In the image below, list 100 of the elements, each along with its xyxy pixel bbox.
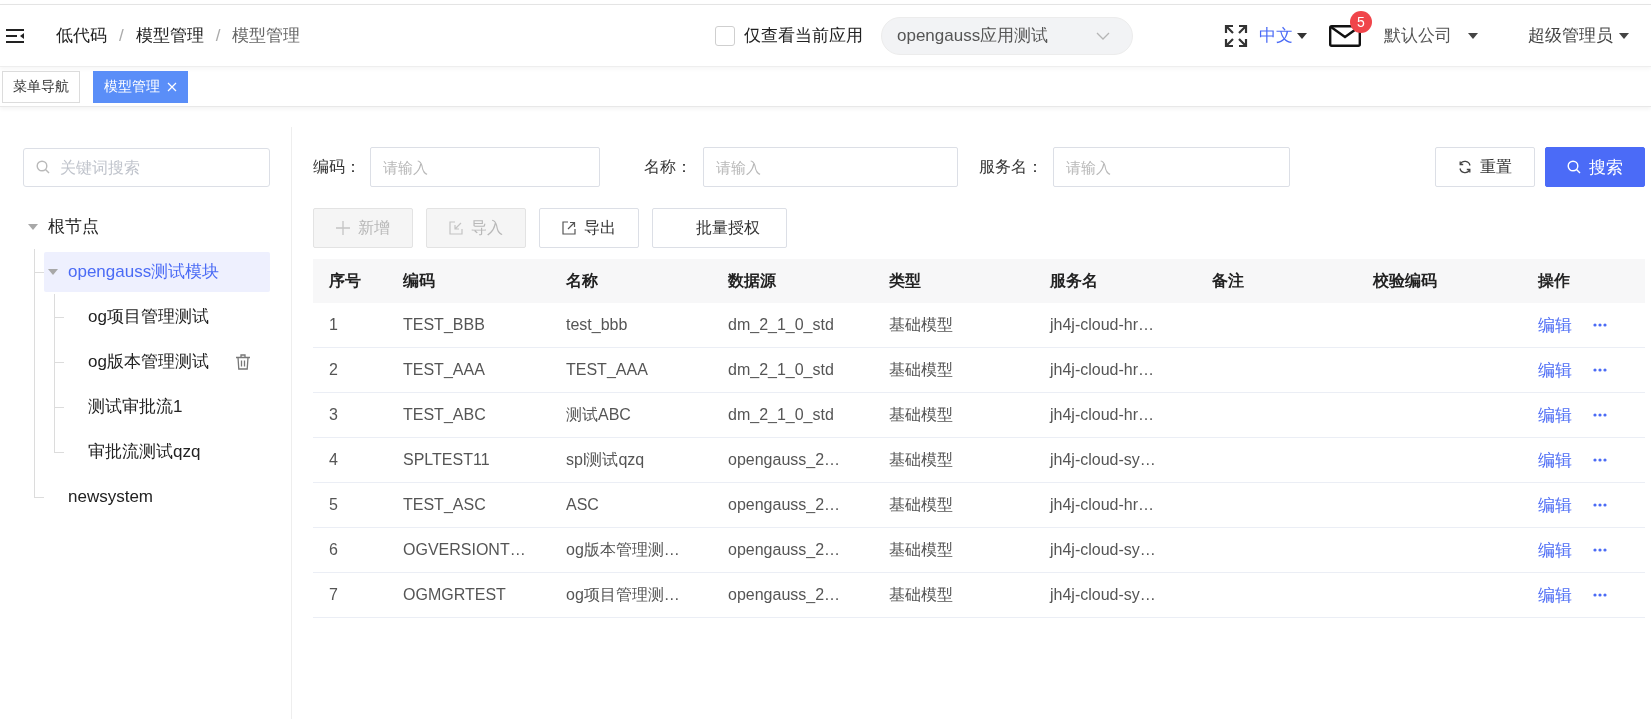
search-icon [36,160,50,174]
edit-link[interactable]: 编辑 [1538,358,1572,382]
table-cell-text: og项目管理测… [566,584,680,605]
more-icon[interactable] [1593,368,1607,372]
export-button[interactable]: 导出 [539,208,639,248]
table-cell: jh4j-cloud-hr… [1050,406,1155,424]
menu-icon[interactable] [6,28,24,43]
column-header: 备注 [1211,270,1244,291]
table-cell: jh4j-cloud-sy… [1050,586,1156,604]
breadcrumb-link[interactable]: 模型管理 [135,24,204,47]
table-cell: jh4j-cloud-sy… [1050,541,1156,559]
table-cell: opengauss_2… [728,541,841,559]
tree-node[interactable]: 根节点 [24,206,107,247]
search-icon [1567,160,1581,174]
more-icon[interactable] [1593,503,1607,507]
table-cell: 6 [329,541,338,559]
edit-link[interactable]: 编辑 [1538,448,1572,472]
caret-icon[interactable] [28,221,38,232]
chevron-down-icon [1096,31,1110,40]
input-field[interactable]: 请输入 [370,147,600,187]
search-button[interactable]: 搜索 [1545,147,1645,187]
tab[interactable]: 菜单导航 [2,70,80,103]
input-field[interactable]: 请输入 [703,147,958,187]
table-cell-text: 测试ABC [566,404,631,425]
edit-link[interactable]: 编辑 [1538,313,1572,337]
table-cell-text: 基础模型 [889,449,953,470]
table-cell-text: og版本管理测… [566,539,680,560]
table-cell: dm_2_1_0_std [728,361,834,379]
table-cell: 7 [329,586,338,604]
caret-down-icon [1468,32,1478,39]
close-icon[interactable] [167,81,177,92]
breadcrumb-separator: / [119,25,124,46]
table-cell: ASC [566,496,599,514]
table-cell: jh4j-cloud-hr… [1050,496,1155,514]
table-cell: jh4j-cloud-hr… [1050,316,1155,334]
column-header: 校验编码 [1371,270,1437,291]
language-dropdown[interactable]: 中文 [1259,24,1307,47]
tree-node[interactable]: og版本管理测试 [64,341,258,382]
table-cell: TEST_AAA [403,361,485,379]
table-cell: 1 [329,316,338,334]
more-icon[interactable] [1593,458,1607,462]
caret-down-icon [1297,32,1307,39]
user-dropdown[interactable]: 超级管理员 [1528,24,1629,47]
table-cell-text: 基础模型 [889,359,953,380]
table-cell: dm_2_1_0_std [728,406,834,424]
caret-down-icon [1619,32,1629,39]
field-label: 名称： [644,156,693,177]
more-icon[interactable] [1593,413,1607,417]
trash-icon[interactable] [235,353,250,370]
table-cell-text: 基础模型 [889,494,953,515]
refresh-icon [1458,160,1472,174]
search-field[interactable]: 关键词搜索 [23,148,270,187]
tree-node[interactable]: og项目管理测试 [64,296,217,337]
table-cell: SPLTEST11 [403,451,490,469]
tree-node[interactable]: 审批流测试qzq [64,431,209,472]
column-header: 数据源 [727,270,776,291]
table-cell: 5 [329,496,338,514]
table-cell: 3 [329,406,338,424]
fullscreen-icon[interactable] [1224,23,1248,48]
table-cell: jh4j-cloud-sy… [1050,451,1156,469]
table-cell: OGMGRTEST [403,586,506,604]
column-header: 服务名 [1049,270,1098,291]
table-cell: test_bbb [566,316,628,334]
column-header: 编码 [402,270,435,291]
field-label: 编码： [313,156,362,177]
table-cell: TEST_BBB [403,316,485,334]
breadcrumb-current: 模型管理 [232,25,301,47]
edit-link[interactable]: 编辑 [1538,493,1572,517]
more-icon[interactable] [1593,593,1607,597]
plus-icon [336,221,350,235]
breadcrumb-separator: / [215,25,221,46]
table-cell: TEST_ABC [403,406,486,424]
breadcrumb-link[interactable]: 低代码 [56,24,107,47]
checkbox[interactable] [715,25,735,46]
app-select[interactable]: opengauss应用测试 [881,16,1133,55]
edit-link[interactable]: 编辑 [1538,583,1572,607]
authorize-button[interactable]: 批量授权 [652,208,787,248]
edit-link[interactable]: 编辑 [1538,538,1572,562]
checkbox-label: 仅查看当前应用 [744,25,863,47]
table-cell: opengauss_2… [728,451,841,469]
table-cell: opengauss_2… [728,586,841,604]
table-cell: TEST_AAA [566,361,648,379]
tree-node[interactable]: 测试审批流1 [64,386,191,427]
reset-button[interactable]: 重置 [1435,147,1535,187]
table-cell: 2 [329,361,338,379]
more-icon[interactable] [1593,548,1607,552]
column-header: 名称 [565,270,598,291]
more-icon[interactable] [1593,323,1607,327]
table-cell-text: spl测试qzq [566,449,645,470]
field-label: 服务名： [979,156,1044,177]
column-header: 类型 [888,270,921,291]
edit-link[interactable]: 编辑 [1538,403,1572,427]
table-cell: 4 [329,451,338,469]
tree-node[interactable]: opengauss测试模块 [44,251,270,292]
table-cell: opengauss_2… [728,496,841,514]
column-header: 序号 [328,270,361,291]
tree-node[interactable]: newsystem [44,476,162,517]
input-field[interactable]: 请输入 [1053,147,1290,187]
table-cell: jh4j-cloud-hr… [1050,361,1155,379]
company-dropdown[interactable]: 默认公司 [1384,24,1478,47]
